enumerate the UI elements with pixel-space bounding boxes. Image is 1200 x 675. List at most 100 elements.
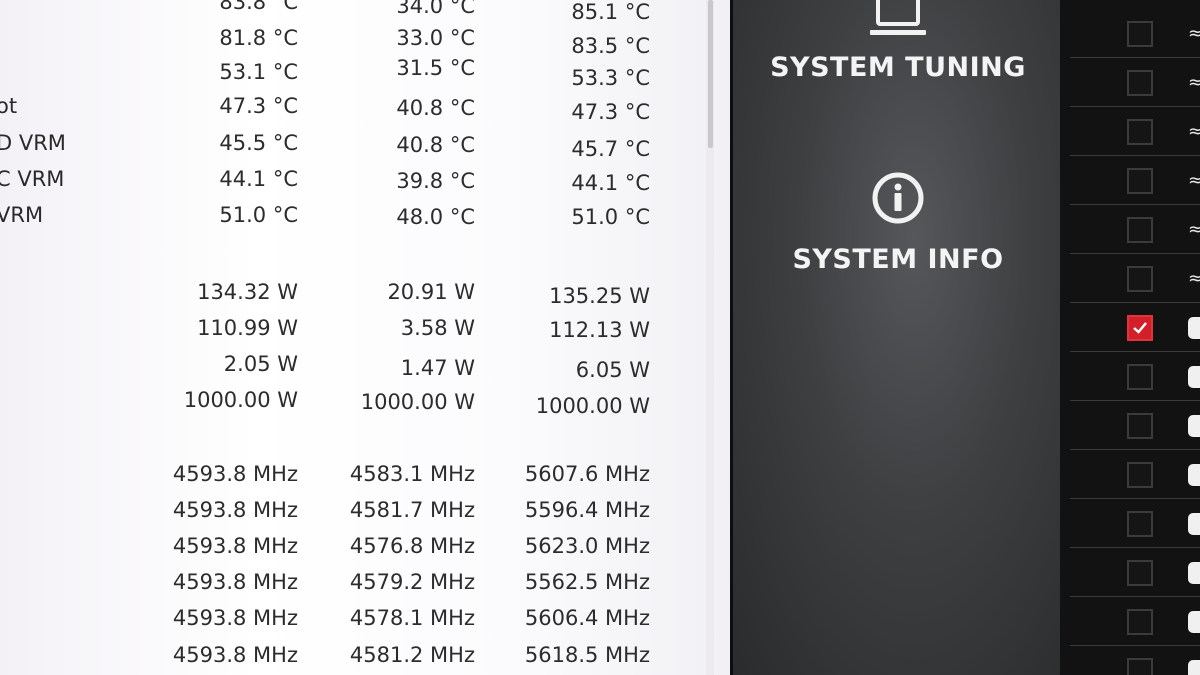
list-item[interactable]: ≈	[1070, 11, 1200, 58]
checkbox[interactable]	[1127, 217, 1153, 243]
scrollbar-thumb[interactable]	[708, 0, 713, 148]
list-item[interactable]: ≈	[1070, 109, 1200, 156]
max-value: 5623.0 MHz	[524, 534, 650, 558]
current-value: 44.1 °C	[219, 167, 298, 191]
list-item[interactable]	[1070, 648, 1200, 675]
sensor-row[interactable]: ot 47.3 °C 40.8 °C 47.3 °C	[0, 90, 730, 124]
list-item[interactable]: ≈	[1070, 256, 1200, 303]
min-value: 4581.7 MHz	[349, 498, 475, 522]
sensor-row[interactable]: 2.05 W 1.47 W 6.05 W	[0, 348, 730, 382]
max-value: 5607.6 MHz	[524, 462, 650, 486]
sensor-label: VRM	[0, 203, 44, 227]
max-value: 5606.4 MHz	[524, 606, 650, 630]
checkbox[interactable]	[1127, 119, 1153, 145]
current-value: 53.1 °C	[219, 60, 298, 84]
list-item[interactable]	[1070, 305, 1200, 352]
checkbox[interactable]	[1127, 511, 1153, 537]
list-item[interactable]	[1070, 550, 1200, 597]
min-value: 31.5 °C	[396, 56, 475, 80]
sensor-row[interactable]: VRM 51.0 °C 48.0 °C 51.0 °C	[0, 199, 730, 231]
max-value: 6.05 W	[575, 358, 650, 382]
min-value: 4583.1 MHz	[349, 462, 475, 486]
sensor-row[interactable]: 134.32 W 20.91 W 135.25 W	[0, 276, 730, 308]
list-item[interactable]	[1070, 599, 1200, 646]
sensor-row[interactable]: 53.1 °C 31.5 °C 53.3 °C	[0, 56, 730, 90]
sensor-row[interactable]: 83.8 °C 34.0 °C 85.1 °C	[0, 0, 730, 24]
fan-icon: ≈	[1188, 219, 1200, 240]
min-value: 4576.8 MHz	[349, 534, 475, 558]
sensor-row[interactable]: 4593.8 MHz 4581.2 MHz 5618.5 MHz	[0, 639, 730, 671]
sensor-row[interactable]: C VRM 44.1 °C 39.8 °C 44.1 °C	[0, 163, 730, 195]
checkbox[interactable]	[1127, 462, 1153, 488]
checkbox[interactable]	[1127, 658, 1153, 675]
sensor-row[interactable]: 4593.8 MHz 4583.1 MHz 5607.6 MHz	[0, 458, 730, 490]
sensor-row[interactable]: 4593.8 MHz 4579.2 MHz 5562.5 MHz	[0, 566, 730, 598]
sensor-row[interactable]: 4593.8 MHz 4581.7 MHz 5596.4 MHz	[0, 494, 730, 526]
checkbox[interactable]	[1127, 70, 1153, 96]
sensor-row[interactable]: 1000.00 W 1000.00 W 1000.00 W	[0, 384, 730, 418]
max-value: 47.3 °C	[571, 100, 650, 124]
sensor-readings-panel: 83.8 °C 34.0 °C 85.1 °C 81.8 °C 33.0 °C 83.5 …	[0, 0, 730, 675]
max-value: 45.7 °C	[571, 137, 650, 161]
current-value: 4593.8 MHz	[172, 643, 298, 667]
list-item[interactable]	[1070, 501, 1200, 548]
info-circle-icon	[733, 170, 1063, 226]
checkbox-checked[interactable]	[1127, 315, 1153, 341]
max-value: 5618.5 MHz	[524, 643, 650, 667]
min-value: 40.8 °C	[396, 96, 475, 120]
checkbox[interactable]	[1127, 364, 1153, 390]
checkbox[interactable]	[1127, 266, 1153, 292]
sensor-label: ot	[0, 94, 18, 118]
checkbox[interactable]	[1127, 21, 1153, 47]
fan-icon: ≈	[1188, 72, 1200, 93]
sensor-row[interactable]: 110.99 W 3.58 W 112.13 W	[0, 312, 730, 344]
current-value: 45.5 °C	[219, 131, 298, 155]
current-value: 134.32 W	[197, 280, 298, 304]
min-value: 39.8 °C	[396, 169, 475, 193]
menu-item-system-info[interactable]: SYSTEM INFO	[733, 170, 1063, 275]
fan-icon: ≈	[1188, 121, 1200, 142]
min-value: 40.8 °C	[396, 133, 475, 157]
min-value: 4581.2 MHz	[349, 643, 475, 667]
checkbox[interactable]	[1127, 609, 1153, 635]
min-value: 1000.00 W	[360, 390, 475, 414]
list-item[interactable]	[1070, 452, 1200, 499]
lock-icon	[1188, 317, 1200, 339]
current-value: 1000.00 W	[183, 388, 298, 412]
min-value: 20.91 W	[387, 280, 475, 304]
system-tuning-label: SYSTEM TUNING	[770, 52, 1026, 83]
max-value: 1000.00 W	[535, 394, 650, 418]
checkbox[interactable]	[1127, 413, 1153, 439]
list-item[interactable]: ≈	[1070, 60, 1200, 107]
current-value: 4593.8 MHz	[172, 498, 298, 522]
max-value: 44.1 °C	[571, 171, 650, 195]
min-value: 1.47 W	[400, 356, 475, 380]
max-value: 5562.5 MHz	[524, 570, 650, 594]
lock-icon	[1188, 415, 1200, 437]
current-value: 4593.8 MHz	[172, 462, 298, 486]
navigation-menu: SYSTEM TUNING SYSTEM INFO	[730, 0, 1063, 675]
checkbox[interactable]	[1127, 560, 1153, 586]
current-value: 110.99 W	[197, 316, 298, 340]
min-value: 3.58 W	[400, 316, 475, 340]
current-value: 2.05 W	[223, 352, 298, 376]
current-value: 51.0 °C	[219, 203, 298, 227]
menu-item-system-tuning[interactable]: SYSTEM TUNING	[733, 0, 1063, 83]
list-item[interactable]: ≈	[1070, 207, 1200, 254]
current-value: 4593.8 MHz	[172, 606, 298, 630]
max-value: 112.13 W	[549, 318, 650, 342]
sensor-row[interactable]: D VRM 45.5 °C 40.8 °C 45.7 °C	[0, 127, 730, 161]
lock-icon	[1188, 611, 1200, 633]
list-item[interactable]: ≈	[1070, 158, 1200, 205]
current-value: 81.8 °C	[219, 26, 298, 50]
list-item[interactable]	[1070, 354, 1200, 401]
system-info-label: SYSTEM INFO	[792, 244, 1004, 275]
checkbox[interactable]	[1127, 168, 1153, 194]
list-item[interactable]	[1070, 403, 1200, 450]
sensor-row[interactable]: 4593.8 MHz 4576.8 MHz 5623.0 MHz	[0, 530, 730, 562]
sensor-row[interactable]: 81.8 °C 33.0 °C 83.5 °C	[0, 22, 730, 58]
min-value: 4578.1 MHz	[349, 606, 475, 630]
min-value: 34.0 °C	[396, 0, 475, 18]
sensor-row[interactable]: 4593.8 MHz 4578.1 MHz 5606.4 MHz	[0, 602, 730, 634]
current-value: 47.3 °C	[219, 94, 298, 118]
